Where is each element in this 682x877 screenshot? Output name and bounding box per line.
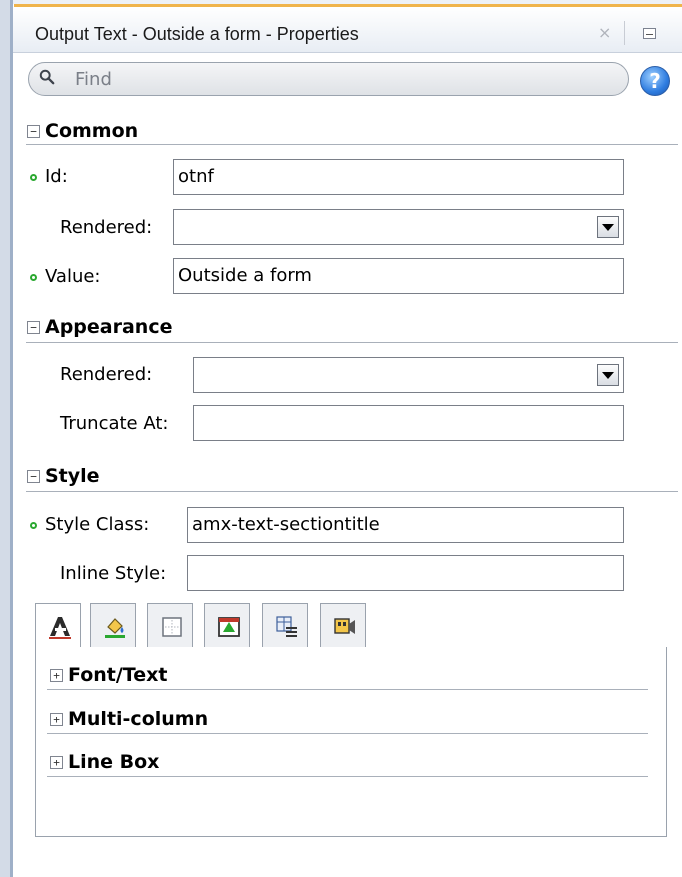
inline-style-label: Inline Style: [60, 563, 167, 584]
tab-media[interactable] [320, 603, 366, 648]
section-title-style: Style [45, 465, 100, 487]
value-field[interactable]: Outside a form [173, 258, 624, 294]
expand-icon[interactable]: + [50, 713, 63, 726]
titlebar-separator [624, 21, 625, 45]
required-indicator-icon [30, 174, 37, 181]
group-divider [47, 733, 648, 734]
style-class-label: Style Class: [45, 514, 150, 535]
dropdown-arrow-icon[interactable] [597, 364, 619, 386]
collapse-icon[interactable]: − [27, 321, 40, 334]
box-model-icon [218, 617, 240, 637]
group-divider [47, 776, 648, 777]
rendered-combobox[interactable] [193, 357, 624, 393]
section-title-common: Common [45, 120, 139, 142]
collapse-icon[interactable]: − [27, 125, 40, 138]
tab-table-layout[interactable] [262, 603, 308, 648]
search-input[interactable] [75, 67, 595, 91]
style-class-field[interactable]: amx-text-sectiontitle [187, 507, 624, 543]
truncate-at-field[interactable] [193, 405, 624, 441]
dropdown-arrow-icon[interactable] [597, 216, 619, 238]
tab-border[interactable] [147, 603, 193, 648]
border-box-icon [162, 617, 182, 637]
id-field[interactable]: otnf [173, 159, 624, 195]
expand-icon[interactable]: + [50, 756, 63, 769]
required-indicator-icon [30, 274, 37, 281]
search-bar[interactable] [28, 62, 629, 96]
section-title-appearance: Appearance [45, 316, 173, 338]
background-fill-icon [105, 618, 125, 638]
group-title-line-box[interactable]: Line Box [68, 751, 159, 773]
close-icon[interactable]: × [598, 23, 611, 42]
group-title-font-text[interactable]: Font/Text [68, 664, 167, 686]
media-icon [334, 618, 355, 634]
group-divider [47, 689, 648, 690]
truncate-at-label: Truncate At: [60, 413, 169, 434]
rendered-combobox[interactable] [173, 209, 624, 245]
search-icon [39, 69, 55, 85]
group-title-multi-column[interactable]: Multi-column [68, 708, 208, 730]
value-label: Value: [45, 266, 101, 287]
collapse-icon[interactable]: − [27, 470, 40, 483]
tab-background[interactable] [90, 603, 136, 648]
expand-icon[interactable]: + [50, 669, 63, 682]
id-label: Id: [45, 166, 68, 187]
section-divider [26, 144, 678, 145]
required-indicator-icon [30, 522, 37, 529]
window-left-border [10, 0, 13, 877]
help-icon[interactable]: ? [640, 66, 670, 96]
table-layout-icon [276, 616, 297, 637]
rendered-label: Rendered: [60, 217, 153, 238]
tab-box-model[interactable] [204, 603, 250, 648]
tab-text-format[interactable] [35, 603, 81, 649]
inline-style-field[interactable] [187, 555, 624, 591]
panel-title: Output Text - Outside a form - Propertie… [35, 24, 359, 44]
minimize-icon[interactable] [643, 28, 656, 39]
text-format-icon [49, 617, 71, 639]
section-divider [26, 491, 678, 492]
section-divider [26, 342, 678, 343]
window-left-edge [0, 0, 10, 877]
rendered-label: Rendered: [60, 364, 153, 385]
panel-titlebar: Output Text - Outside a form - Propertie… [13, 7, 682, 53]
